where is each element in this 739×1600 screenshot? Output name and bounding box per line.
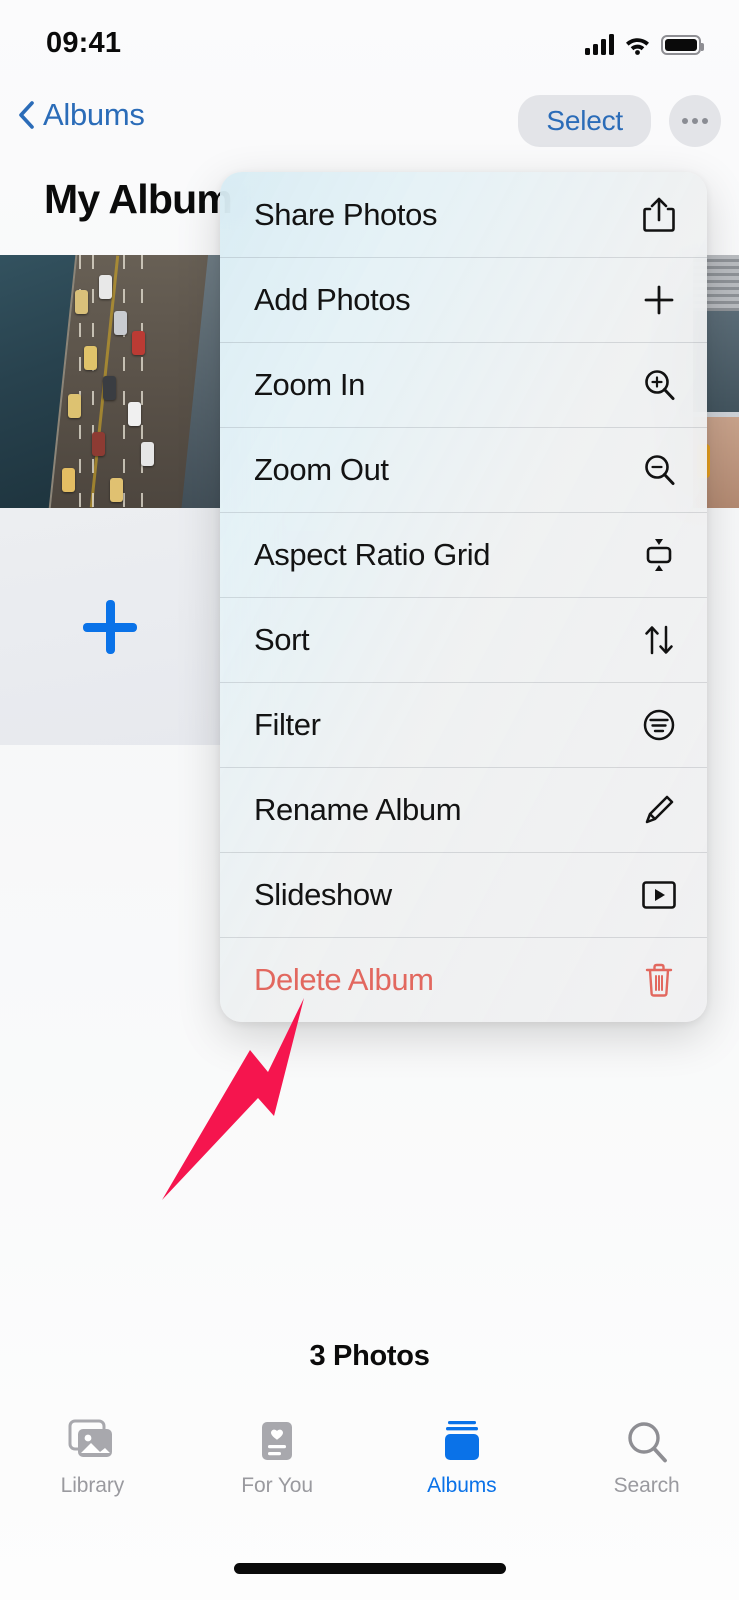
plus-icon (83, 599, 137, 654)
menu-item-label: Rename Album (254, 792, 462, 827)
menu-item-zoom-in[interactable]: Zoom In (220, 342, 707, 427)
menu-item-label: Zoom In (254, 367, 365, 402)
more-options-button[interactable] (669, 95, 721, 147)
filter-icon (639, 705, 679, 745)
tab-library[interactable]: Library (0, 1405, 185, 1525)
page-title: My Album (44, 176, 233, 222)
aspect-ratio-icon (639, 535, 679, 575)
tab-albums[interactable]: Albums (370, 1405, 555, 1525)
tab-label: Albums (427, 1474, 497, 1497)
photo-count-label: 3 Photos (309, 1340, 430, 1372)
menu-item-filter[interactable]: Filter (220, 682, 707, 767)
trash-icon (639, 960, 679, 1000)
battery-full-icon (661, 35, 704, 55)
pointer-arrow-icon (162, 998, 304, 1200)
menu-item-sort[interactable]: Sort (220, 597, 707, 682)
menu-item-zoom-out[interactable]: Zoom Out (220, 427, 707, 512)
zoom-out-icon (639, 450, 679, 490)
back-button[interactable]: Albums (18, 97, 145, 133)
menu-item-share-photos[interactable]: Share Photos (220, 172, 707, 257)
add-photos-tile[interactable] (0, 508, 220, 745)
tab-label: Search (613, 1474, 680, 1497)
for-you-card-icon (257, 1413, 297, 1465)
albums-stack-icon (441, 1413, 483, 1465)
play-box-icon (639, 875, 679, 915)
menu-item-label: Filter (254, 707, 321, 742)
menu-item-delete-album[interactable]: Delete Album (220, 937, 707, 1022)
menu-item-add-photos[interactable]: Add Photos (220, 257, 707, 342)
photo-stack-icon (66, 1413, 118, 1465)
tab-label: Library (60, 1474, 125, 1497)
tab-search[interactable]: Search (554, 1405, 739, 1525)
menu-item-label: Delete Album (254, 962, 434, 997)
tab-bar: Library For You Albums Search (0, 1405, 739, 1525)
wifi-icon (626, 38, 649, 55)
menu-item-label: Share Photos (254, 196, 438, 232)
menu-item-slideshow[interactable]: Slideshow (220, 852, 707, 937)
ellipsis-icon (702, 118, 708, 124)
ellipsis-icon (682, 118, 688, 124)
status-bar-clock: 09:41 (46, 27, 122, 59)
share-icon (639, 195, 679, 235)
menu-item-label: Zoom Out (254, 452, 389, 487)
chevron-left-icon (19, 101, 34, 129)
tab-label: For You (241, 1474, 313, 1497)
sort-arrows-icon (639, 620, 679, 660)
menu-item-label: Aspect Ratio Grid (254, 537, 491, 572)
menu-item-label: Slideshow (254, 877, 392, 912)
menu-item-label: Add Photos (254, 282, 411, 317)
back-button-label: Albums (43, 97, 145, 132)
status-bar: 09:41 (0, 0, 739, 70)
navigation-bar: Albums Select (0, 95, 739, 161)
menu-item-aspect-ratio-grid[interactable]: Aspect Ratio Grid (220, 512, 707, 597)
status-bar-icons (585, 29, 704, 55)
home-indicator[interactable] (233, 1563, 506, 1574)
zoom-in-icon (639, 365, 679, 405)
context-menu: Share Photos Add Photos Zoom In Zoom Out… (220, 172, 707, 1022)
pencil-icon (639, 790, 679, 830)
magnifier-icon (625, 1413, 669, 1465)
menu-item-rename-album[interactable]: Rename Album (220, 767, 707, 852)
cellular-bars-icon (585, 33, 614, 55)
ellipsis-icon (692, 118, 698, 124)
tab-for-you[interactable]: For You (185, 1405, 370, 1525)
phone-screen: 09:41 Albums Select My Album Share Photo… (0, 0, 739, 1600)
plus-icon (639, 280, 679, 320)
menu-item-label: Sort (254, 622, 310, 657)
photo-thumbnail[interactable] (0, 255, 220, 508)
select-button[interactable]: Select (518, 95, 651, 147)
